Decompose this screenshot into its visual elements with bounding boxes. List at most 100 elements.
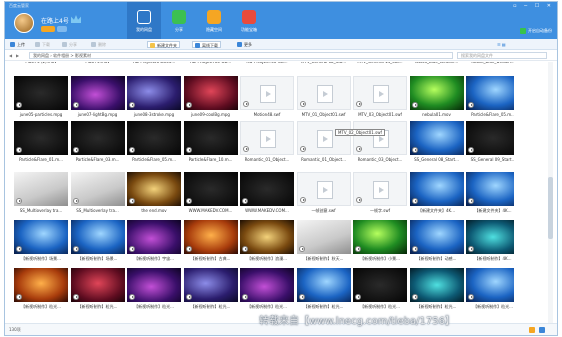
- file-name[interactable]: MTV_General 12_Sta...: [297, 62, 351, 64]
- file-name[interactable]: 【新视听制作】粒光...: [240, 304, 294, 310]
- file-name[interactable]: 【新视听制作】古典...: [184, 256, 238, 262]
- file-name[interactable]: 【新视听制作】秋天...: [297, 256, 351, 262]
- file-name[interactable]: Romantic_01_Object...: [297, 157, 351, 162]
- file-name[interactable]: 【新视听制作】小景...: [353, 256, 407, 262]
- file-name[interactable]: iStock_Blue_weddin...: [466, 62, 514, 64]
- crown-icon[interactable]: [71, 15, 81, 23]
- file-name[interactable]: SS_Multioverlay tra...: [71, 208, 125, 213]
- play-icon[interactable]: [468, 102, 474, 108]
- play-icon[interactable]: [129, 198, 135, 204]
- file-thumbnail[interactable]: [409, 220, 464, 254]
- level-badge[interactable]: [57, 26, 67, 32]
- file-name[interactable]: iStock_Blue_weddin...: [410, 62, 464, 64]
- file-item[interactable]: june09-coolBg.mpg: [183, 76, 238, 122]
- file-thumbnail[interactable]: [466, 172, 514, 206]
- file-thumbnail[interactable]: [127, 76, 181, 110]
- tab-share[interactable]: 分享: [162, 2, 196, 39]
- file-item[interactable]: Motion48.swf: [240, 76, 294, 122]
- file-name[interactable]: 一帧字.swf: [353, 208, 407, 214]
- file-name[interactable]: MTV_01_Object01.swf: [297, 112, 351, 117]
- file-name[interactable]: HD-PROJECT06-OB...: [240, 62, 294, 64]
- play-icon[interactable]: [16, 294, 22, 300]
- file-thumbnail[interactable]: [70, 220, 125, 254]
- file-thumbnail[interactable]: [296, 121, 351, 155]
- file-name[interactable]: june09-coolBg.mpg: [184, 112, 238, 117]
- file-item[interactable]: HD-PROJECT06-OB...: [184, 62, 238, 76]
- vip-badge[interactable]: [41, 26, 55, 32]
- play-icon[interactable]: [242, 294, 248, 300]
- file-name[interactable]: 【新视听制作】粒光...: [127, 304, 181, 310]
- play-icon[interactable]: [72, 147, 79, 153]
- file-thumbnail[interactable]: [183, 76, 238, 110]
- play-icon[interactable]: [411, 147, 418, 153]
- play-icon[interactable]: [242, 198, 248, 204]
- file-name[interactable]: Flash 4 (2).mov: [14, 62, 68, 64]
- file-item[interactable]: MTV_General 12_Sta...: [297, 62, 351, 76]
- file-thumbnail[interactable]: [127, 121, 181, 155]
- file-thumbnail[interactable]: [14, 121, 68, 155]
- tab-toolbox[interactable]: 功能宝箱: [232, 2, 266, 39]
- file-name[interactable]: june07-lightBg.mpg: [71, 112, 125, 117]
- avatar[interactable]: [14, 13, 34, 33]
- scrollbar-thumb[interactable]: [548, 177, 553, 239]
- file-item[interactable]: MTV_General 14_Sta...: [353, 62, 407, 76]
- file-item[interactable]: 【新视听制作】秋天...: [296, 220, 351, 266]
- play-icon[interactable]: [411, 246, 418, 252]
- play-icon[interactable]: [298, 294, 305, 300]
- file-item[interactable]: iStock_Blue_weddin...: [410, 62, 464, 76]
- file-item[interactable]: 【新视听制作】粒光...: [466, 268, 514, 314]
- file-thumbnail[interactable]: [127, 172, 181, 206]
- file-item[interactable]: Flash 4 (2).mov: [14, 62, 68, 76]
- delete-button[interactable]: 删除: [91, 41, 106, 48]
- search-input[interactable]: 搜索我的网盘文件: [457, 52, 547, 59]
- file-thumbnail[interactable]: [409, 121, 464, 155]
- file-name[interactable]: 【新视听制作】粒光...: [353, 304, 407, 310]
- play-icon[interactable]: [468, 294, 474, 300]
- file-name[interactable]: Romantic_03_Object...: [353, 157, 407, 162]
- file-thumbnail[interactable]: [14, 172, 68, 206]
- file-item[interactable]: SS_General 09_Start...: [466, 121, 514, 167]
- file-thumbnail[interactable]: [353, 172, 407, 206]
- file-thumbnail[interactable]: [466, 76, 514, 110]
- file-thumbnail[interactable]: [14, 268, 68, 302]
- more-button[interactable]: 更多: [237, 41, 252, 48]
- file-item[interactable]: 【新视听制作】动感...: [409, 220, 464, 266]
- file-item[interactable]: Particle&Flare_10.m...: [183, 121, 238, 167]
- file-item[interactable]: 一帧字.swf: [353, 172, 407, 218]
- forward-button[interactable]: ▶: [16, 53, 19, 58]
- play-icon[interactable]: [356, 197, 362, 203]
- play-icon[interactable]: [298, 246, 305, 252]
- file-thumbnail[interactable]: [409, 268, 464, 302]
- file-thumbnail[interactable]: [14, 76, 68, 110]
- file-name[interactable]: 【新视听制作】浪漫...: [240, 256, 294, 262]
- file-thumbnail[interactable]: [240, 172, 294, 206]
- file-name[interactable]: 【新建文件夹】4K...: [466, 208, 514, 214]
- play-icon[interactable]: [72, 102, 79, 108]
- file-item[interactable]: SS_General 08_Start...: [409, 121, 464, 167]
- file-name[interactable]: nebula01.mov: [410, 112, 464, 117]
- file-name[interactable]: june05-particles.mpg: [14, 112, 68, 117]
- file-name[interactable]: SS_General 08_Start...: [410, 157, 464, 162]
- file-item[interactable]: 【新视听制作】宇宙...: [127, 220, 181, 266]
- file-thumbnail[interactable]: [127, 268, 181, 302]
- file-item[interactable]: Particle&Flare_01.m...: [14, 121, 68, 167]
- upload-button[interactable]: 上传: [10, 41, 25, 48]
- file-thumbnail[interactable]: [466, 268, 514, 302]
- file-thumbnail[interactable]: [14, 220, 68, 254]
- play-icon[interactable]: [185, 198, 192, 204]
- file-item[interactable]: 【新视听制作】粒光...: [183, 268, 238, 314]
- file-thumbnail[interactable]: [353, 268, 407, 302]
- file-name[interactable]: Flash 4.mov: [71, 62, 125, 64]
- file-item[interactable]: june05-particles.mpg: [14, 76, 68, 122]
- file-item[interactable]: WWW.MAKEDV.COM...: [183, 172, 238, 218]
- file-thumbnail[interactable]: [353, 76, 407, 110]
- play-icon[interactable]: [299, 101, 306, 107]
- file-item[interactable]: Romantic_01_Object...: [296, 121, 351, 167]
- file-name[interactable]: Particle&Flare_05.m...: [127, 157, 181, 162]
- share-button[interactable]: 分享: [62, 41, 77, 48]
- play-icon[interactable]: [16, 246, 22, 252]
- play-icon[interactable]: [129, 294, 135, 300]
- play-icon[interactable]: [411, 294, 418, 300]
- file-item[interactable]: Flash 4.mov: [71, 62, 125, 76]
- file-item[interactable]: june07-lightBg.mpg: [70, 76, 125, 122]
